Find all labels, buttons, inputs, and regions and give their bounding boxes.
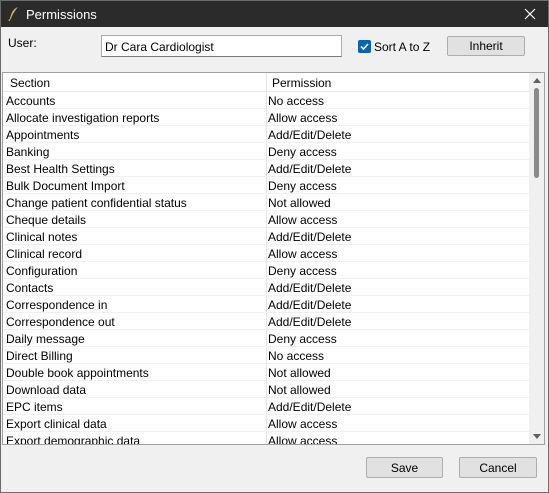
section-cell: Clinical record [6,247,83,261]
permission-cell[interactable]: No access [268,349,324,363]
permission-cell[interactable]: Add/Edit/Delete [268,128,351,142]
chevron-down-icon [532,434,541,439]
window-title: Permissions [26,7,97,22]
inherit-button[interactable]: Inherit [447,36,525,56]
table-row[interactable]: Daily message Deny access [3,330,529,347]
chevron-up-icon [532,78,541,83]
section-cell: Best Health Settings [6,162,115,176]
permission-cell[interactable]: Allow access [268,111,337,125]
section-cell: Cheque details [6,213,87,227]
table-row[interactable]: EPC items Add/Edit/Delete [3,398,529,415]
permission-cell[interactable]: Allow access [268,247,337,261]
close-button[interactable] [512,1,548,27]
user-field[interactable]: Dr Cara Cardiologist [101,35,342,57]
table-row[interactable]: Cheque details Allow access [3,211,529,228]
section-cell: Daily message [6,332,85,346]
section-cell: Configuration [6,264,78,278]
table-row[interactable]: Change patient confidential status Not al… [3,194,529,211]
permissions-table: Section Permission Accounts No access Allo… [2,72,545,445]
save-button[interactable]: Save [366,457,443,478]
table-row[interactable]: Contacts Add/Edit/Delete [3,279,529,296]
table-row[interactable]: Clinical notes Add/Edit/Delete [3,228,529,245]
section-cell: Correspondence out [6,315,115,329]
table-row[interactable]: Correspondence in Add/Edit/Delete [3,296,529,313]
permission-cell[interactable]: Deny access [268,145,337,159]
section-cell: Correspondence in [6,298,108,312]
section-cell: Change patient confidential status [6,196,187,210]
section-cell: Allocate investigation reports [6,111,160,125]
permission-cell[interactable]: Add/Edit/Delete [268,400,351,414]
table-row[interactable]: Correspondence out Add/Edit/Delete [3,313,529,330]
permission-cell[interactable]: Add/Edit/Delete [268,315,351,329]
scroll-up-button[interactable] [529,73,544,88]
permission-cell[interactable]: Allow access [268,213,337,227]
permission-cell[interactable]: Add/Edit/Delete [268,298,351,312]
close-icon [524,8,536,20]
table-row[interactable]: Export demographic data Allow access [3,432,529,445]
table-row[interactable]: Configuration Deny access [3,262,529,279]
table-row[interactable]: Best Health Settings Add/Edit/Delete [3,160,529,177]
section-cell: Bulk Document Import [6,179,125,193]
table-row[interactable]: Appointments Add/Edit/Delete [3,126,529,143]
sort-a-to-z-label[interactable]: Sort A to Z [374,40,430,54]
permission-cell[interactable]: Add/Edit/Delete [268,230,351,244]
permission-cell[interactable]: Allow access [268,417,337,431]
cancel-button[interactable]: Cancel [459,457,537,478]
permission-cell[interactable]: Deny access [268,264,337,278]
scroll-thumb[interactable] [534,88,539,178]
column-header-section[interactable]: Section [10,76,50,90]
permission-cell[interactable]: Deny access [268,179,337,193]
section-cell: Clinical notes [6,230,78,244]
permission-cell[interactable]: Not allowed [268,366,331,380]
feather-quill-icon [8,7,18,22]
table-row[interactable]: Allocate investigation reports Allow acce… [3,109,529,126]
section-cell: EPC items [6,400,63,414]
table-row[interactable]: Banking Deny access [3,143,529,160]
table-row[interactable]: Bulk Document Import Deny access [3,177,529,194]
table-body: Accounts No access Allocate investigation … [3,92,529,445]
section-cell: Direct Billing [6,349,73,363]
section-cell: Appointments [6,128,80,142]
sort-a-to-z-checkbox[interactable] [358,40,371,53]
permission-cell[interactable]: No access [268,94,324,108]
permission-cell[interactable]: Add/Edit/Delete [268,281,351,295]
table-row[interactable]: Accounts No access [3,92,529,109]
section-cell: Banking [6,145,50,159]
section-cell: Accounts [6,94,56,108]
section-cell: Double book appointments [6,366,149,380]
column-header-permission[interactable]: Permission [272,76,331,90]
section-cell: Export clinical data [6,417,107,431]
table-row[interactable]: Double book appointments Not allowed [3,364,529,381]
section-cell: Export demographic data [6,434,141,445]
scroll-down-button[interactable] [529,429,544,444]
table-row[interactable]: Export clinical data Allow access [3,415,529,432]
title-bar: Permissions [1,1,548,27]
permission-cell[interactable]: Add/Edit/Delete [268,162,351,176]
table-row[interactable]: Download data Not allowed [3,381,529,398]
permissions-dialog: Permissions User: Dr Cara Cardiologist S… [0,0,549,493]
permission-cell[interactable]: Deny access [268,332,337,346]
section-cell: Contacts [6,281,54,295]
permission-cell[interactable]: Allow access [268,434,337,444]
table-row[interactable]: Direct Billing No access [3,347,529,364]
table-row[interactable]: Clinical record Allow access [3,245,529,262]
permission-cell[interactable]: Not allowed [268,383,331,397]
user-label: User: [8,36,37,50]
section-cell: Download data [6,383,87,397]
permission-cell[interactable]: Not allowed [268,196,331,210]
vertical-scrollbar[interactable] [529,73,544,444]
